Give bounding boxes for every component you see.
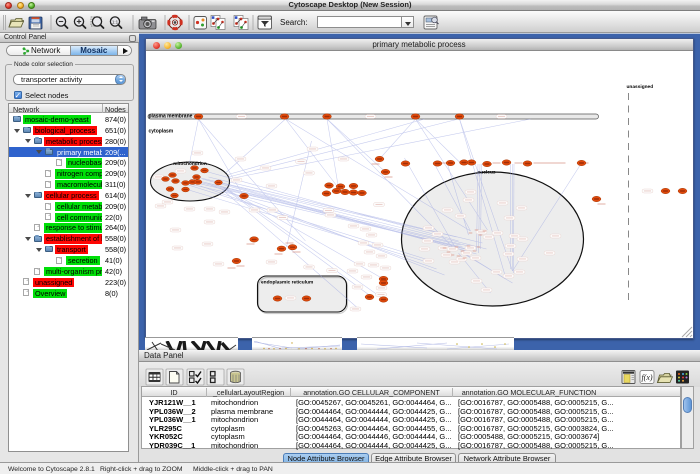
- svg-text:cytoplasm: cytoplasm: [148, 129, 173, 135]
- svg-text:1:1: 1:1: [112, 19, 119, 24]
- svg-text:endoplasmic reticulum: endoplasmic reticulum: [261, 280, 313, 286]
- svg-text:plasma membrane: plasma membrane: [148, 114, 192, 120]
- svg-text:nucleus: nucleus: [477, 170, 495, 176]
- svg-text:f(x): f(x): [641, 373, 652, 382]
- svg-text:unassigned: unassigned: [626, 84, 653, 90]
- svg-text:mitochondrion: mitochondrion: [173, 161, 207, 167]
